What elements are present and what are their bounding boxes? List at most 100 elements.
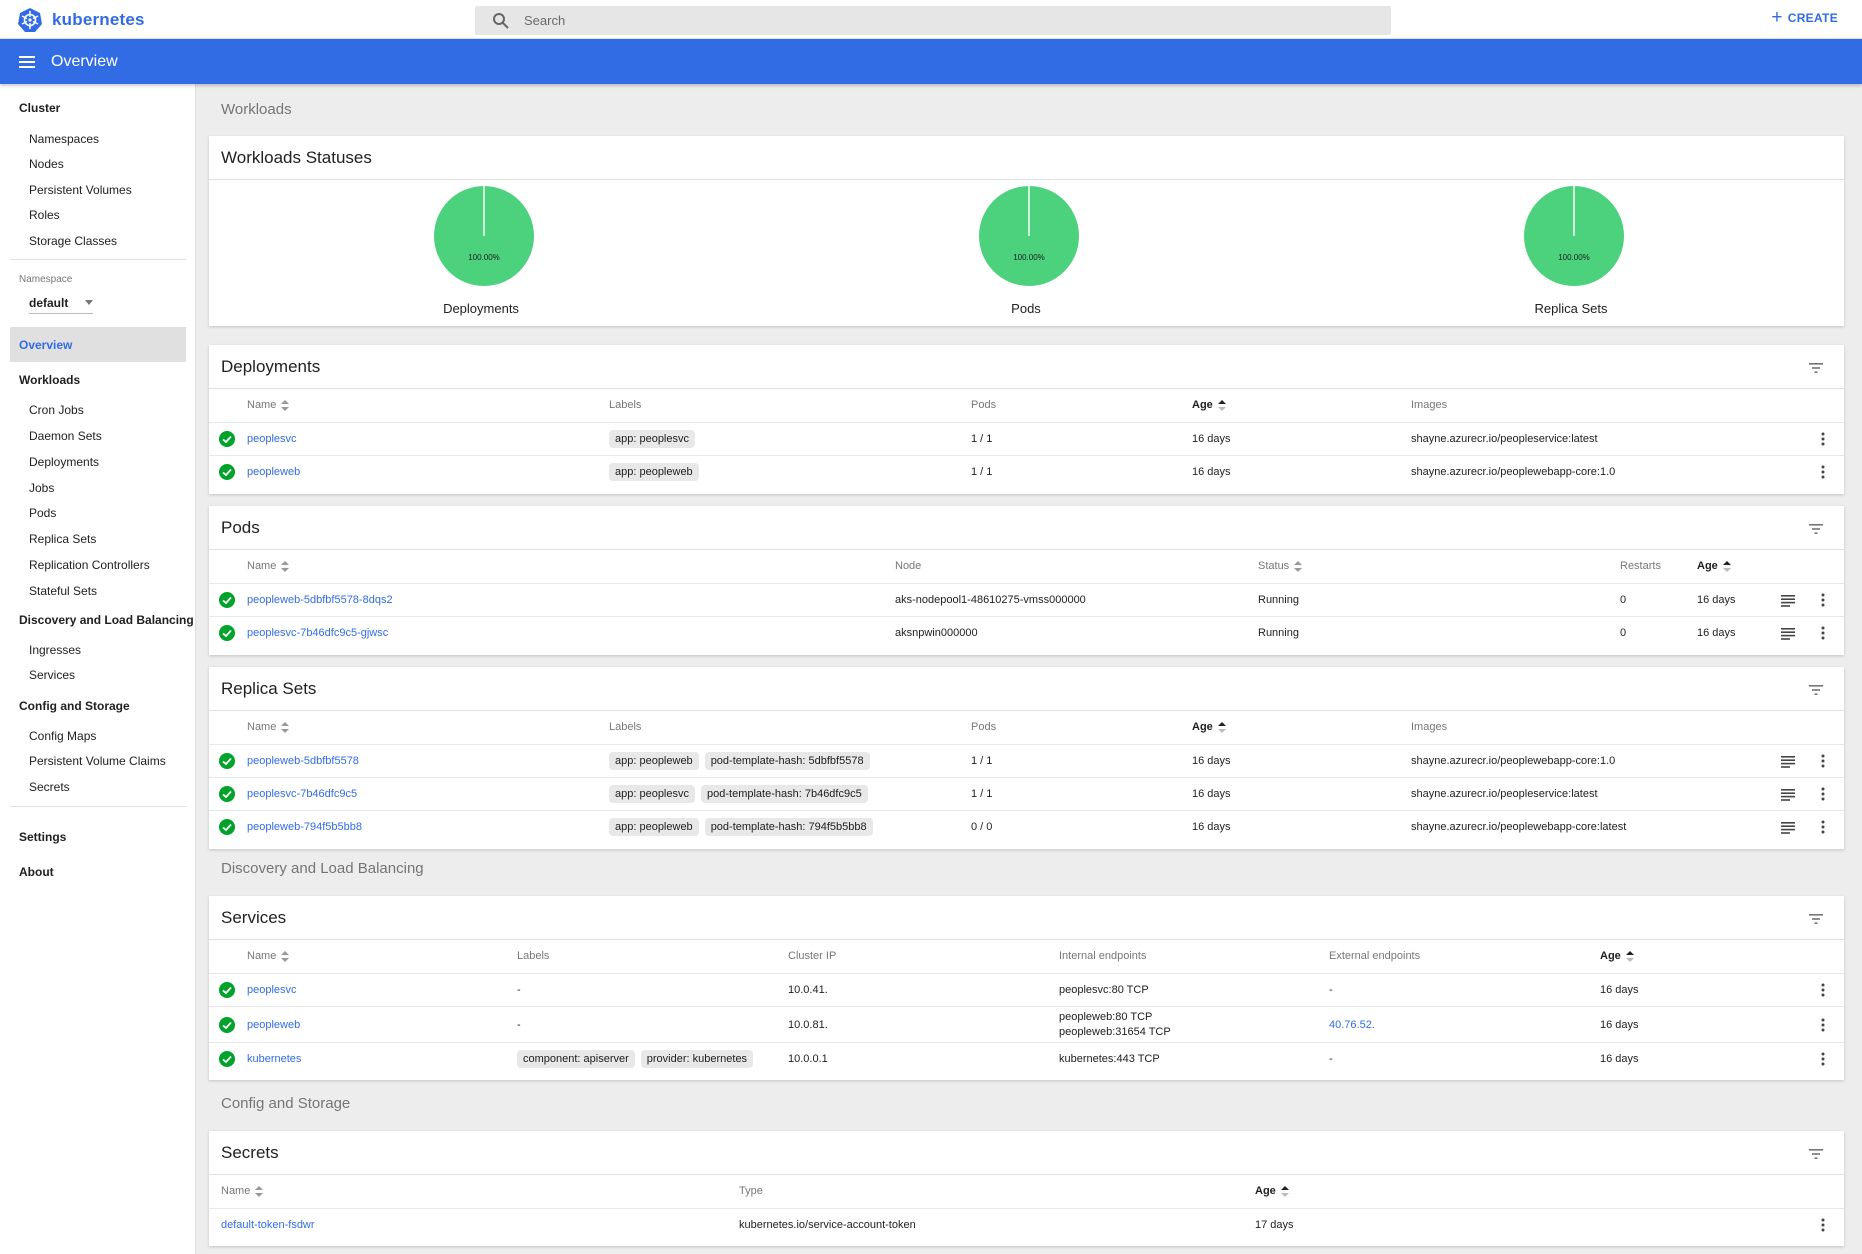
service-name-link[interactable]: peopleweb (247, 1019, 300, 1031)
search-bar[interactable] (475, 6, 1391, 35)
sidebar-heading-workloads[interactable]: Workloads (0, 373, 80, 387)
age-cell: 16 days (1192, 788, 1231, 800)
service-name-link[interactable]: kubernetes (247, 1053, 301, 1065)
sidebar-item-roles[interactable]: Roles (0, 208, 60, 222)
age-cell: 16 days (1192, 755, 1231, 767)
replica-set-name-link[interactable]: peopleweb-794f5b5bb8 (247, 821, 362, 833)
sidebar-item-stateful-sets[interactable]: Stateful Sets (0, 584, 97, 598)
more-vert-icon[interactable] (1821, 432, 1825, 446)
sidebar-item-cron-jobs[interactable]: Cron Jobs (0, 403, 84, 417)
hamburger-menu-icon[interactable] (17, 52, 37, 72)
pie-chart: 100.00% (978, 186, 1079, 286)
more-vert-icon[interactable] (1821, 465, 1825, 479)
check-circle-icon (219, 753, 235, 769)
status-chart-deployments: 100.00% Deployments (426, 186, 536, 316)
column-header-age[interactable]: Age (1697, 560, 1731, 572)
pods-cell: 1 / 1 (971, 433, 993, 445)
sidebar-item-persistent-volume-claims[interactable]: Persistent Volume Claims (0, 754, 166, 768)
filter-icon[interactable] (1807, 359, 1825, 377)
sort-icon (281, 399, 290, 411)
more-vert-icon[interactable] (1821, 626, 1825, 640)
services-card: Services Name Labels Cluster IP Internal… (209, 896, 1844, 1080)
restarts-cell: 0 (1620, 594, 1627, 606)
filter-icon[interactable] (1807, 520, 1825, 538)
replica-set-name-link[interactable]: peoplesvc-7b46dfc9c5 (247, 788, 357, 800)
sort-icon (1625, 950, 1634, 962)
service-name-link[interactable]: peoplesvc (247, 984, 297, 996)
sidebar-item-storage-classes[interactable]: Storage Classes (0, 234, 117, 248)
more-vert-icon[interactable] (1821, 593, 1825, 607)
card-title: Replica Sets (221, 679, 317, 698)
sidebar-item-pods[interactable]: Pods (0, 506, 56, 520)
check-circle-icon (219, 786, 235, 802)
column-header-pods: Pods (971, 399, 997, 411)
column-header-name[interactable]: Name (221, 1185, 264, 1197)
sidebar-item-replication-controllers[interactable]: Replication Controllers (0, 558, 150, 572)
more-vert-icon[interactable] (1821, 1018, 1825, 1032)
sidebar-item-deployments[interactable]: Deployments (0, 455, 99, 469)
logs-icon[interactable] (1781, 789, 1795, 801)
label-chip: app: peopleweb (609, 752, 699, 770)
sidebar-item-about[interactable]: About (0, 865, 54, 879)
check-circle-icon (219, 592, 235, 608)
sidebar-item-jobs[interactable]: Jobs (0, 481, 54, 495)
more-vert-icon[interactable] (1821, 1218, 1825, 1232)
sidebar-item-settings[interactable]: Settings (0, 830, 66, 844)
namespace-value: default (29, 295, 69, 310)
sidebar-item-config-maps[interactable]: Config Maps (0, 729, 96, 743)
card-title: Deployments (221, 357, 321, 376)
external-endpoint-link[interactable]: 40.76.52. (1329, 1019, 1375, 1031)
column-header-age[interactable]: Age (1192, 721, 1226, 733)
logs-icon[interactable] (1781, 822, 1795, 834)
age-cell: 16 days (1600, 1019, 1639, 1031)
sidebar-item-secrets[interactable]: Secrets (0, 780, 70, 794)
column-header-age[interactable]: Age (1600, 950, 1634, 962)
more-vert-icon[interactable] (1821, 983, 1825, 997)
column-header-age[interactable]: Age (1255, 1185, 1289, 1197)
sidebar-item-services[interactable]: Services (0, 668, 75, 682)
column-header-name[interactable]: Name (247, 950, 290, 962)
images-cell: shayne.azurecr.io/peoplewebapp-core:late… (1411, 821, 1627, 833)
sidebar-item-nodes[interactable]: Nodes (0, 157, 64, 171)
sort-icon (1294, 560, 1303, 572)
logs-icon[interactable] (1781, 756, 1795, 768)
pod-name-link[interactable]: peopleweb-5dbfbf5578-8dqs2 (247, 594, 393, 606)
create-button[interactable]: + CREATE (1771, 8, 1838, 27)
more-vert-icon[interactable] (1821, 820, 1825, 834)
replica-set-name-link[interactable]: peopleweb-5dbfbf5578 (247, 755, 359, 767)
pod-name-link[interactable]: peoplesvc-7b46dfc9c5-gjwsc (247, 627, 388, 639)
deployment-name-link[interactable]: peopleweb (247, 466, 300, 478)
logs-icon[interactable] (1781, 628, 1795, 640)
more-vert-icon[interactable] (1821, 1052, 1825, 1066)
app-bar: Overview (0, 39, 1862, 84)
sidebar-item-daemon-sets[interactable]: Daemon Sets (0, 429, 102, 443)
kubernetes-logo[interactable]: kubernetes (17, 7, 145, 33)
filter-icon[interactable] (1807, 1145, 1825, 1163)
sidebar-item-overview[interactable]: Overview (10, 327, 186, 362)
logs-icon[interactable] (1781, 595, 1795, 607)
sidebar-item-persistent-volumes[interactable]: Persistent Volumes (0, 183, 132, 197)
sidebar-item-ingresses[interactable]: Ingresses (0, 643, 81, 657)
column-header-name[interactable]: Name (247, 721, 290, 733)
filter-icon[interactable] (1807, 910, 1825, 928)
more-vert-icon[interactable] (1821, 754, 1825, 768)
deployment-name-link[interactable]: peoplesvc (247, 433, 297, 445)
sidebar-item-replica-sets[interactable]: Replica Sets (0, 532, 96, 546)
sidebar-heading-cluster[interactable]: Cluster (0, 101, 60, 115)
search-input[interactable] (524, 13, 1364, 28)
sidebar-item-namespaces[interactable]: Namespaces (0, 132, 99, 146)
filter-icon[interactable] (1807, 681, 1825, 699)
column-header-name[interactable]: Name (247, 560, 290, 572)
column-header-status[interactable]: Status (1258, 560, 1303, 572)
restarts-cell: 0 (1620, 627, 1627, 639)
sort-icon (255, 1185, 264, 1197)
sidebar-heading-discovery[interactable]: Discovery and Load Balancing (0, 613, 194, 627)
column-header-name[interactable]: Name (247, 399, 290, 411)
namespace-select[interactable]: default (29, 292, 93, 314)
status-chart-pods: 100.00% Pods (971, 186, 1081, 316)
more-vert-icon[interactable] (1821, 787, 1825, 801)
column-header-age[interactable]: Age (1192, 399, 1226, 411)
sidebar-heading-config[interactable]: Config and Storage (0, 699, 130, 713)
secret-name-link[interactable]: default-token-fsdwr (221, 1219, 315, 1231)
table-row: peoplesvc-7b46dfc9c5 app: peoplesvc pod-t… (209, 777, 1844, 810)
